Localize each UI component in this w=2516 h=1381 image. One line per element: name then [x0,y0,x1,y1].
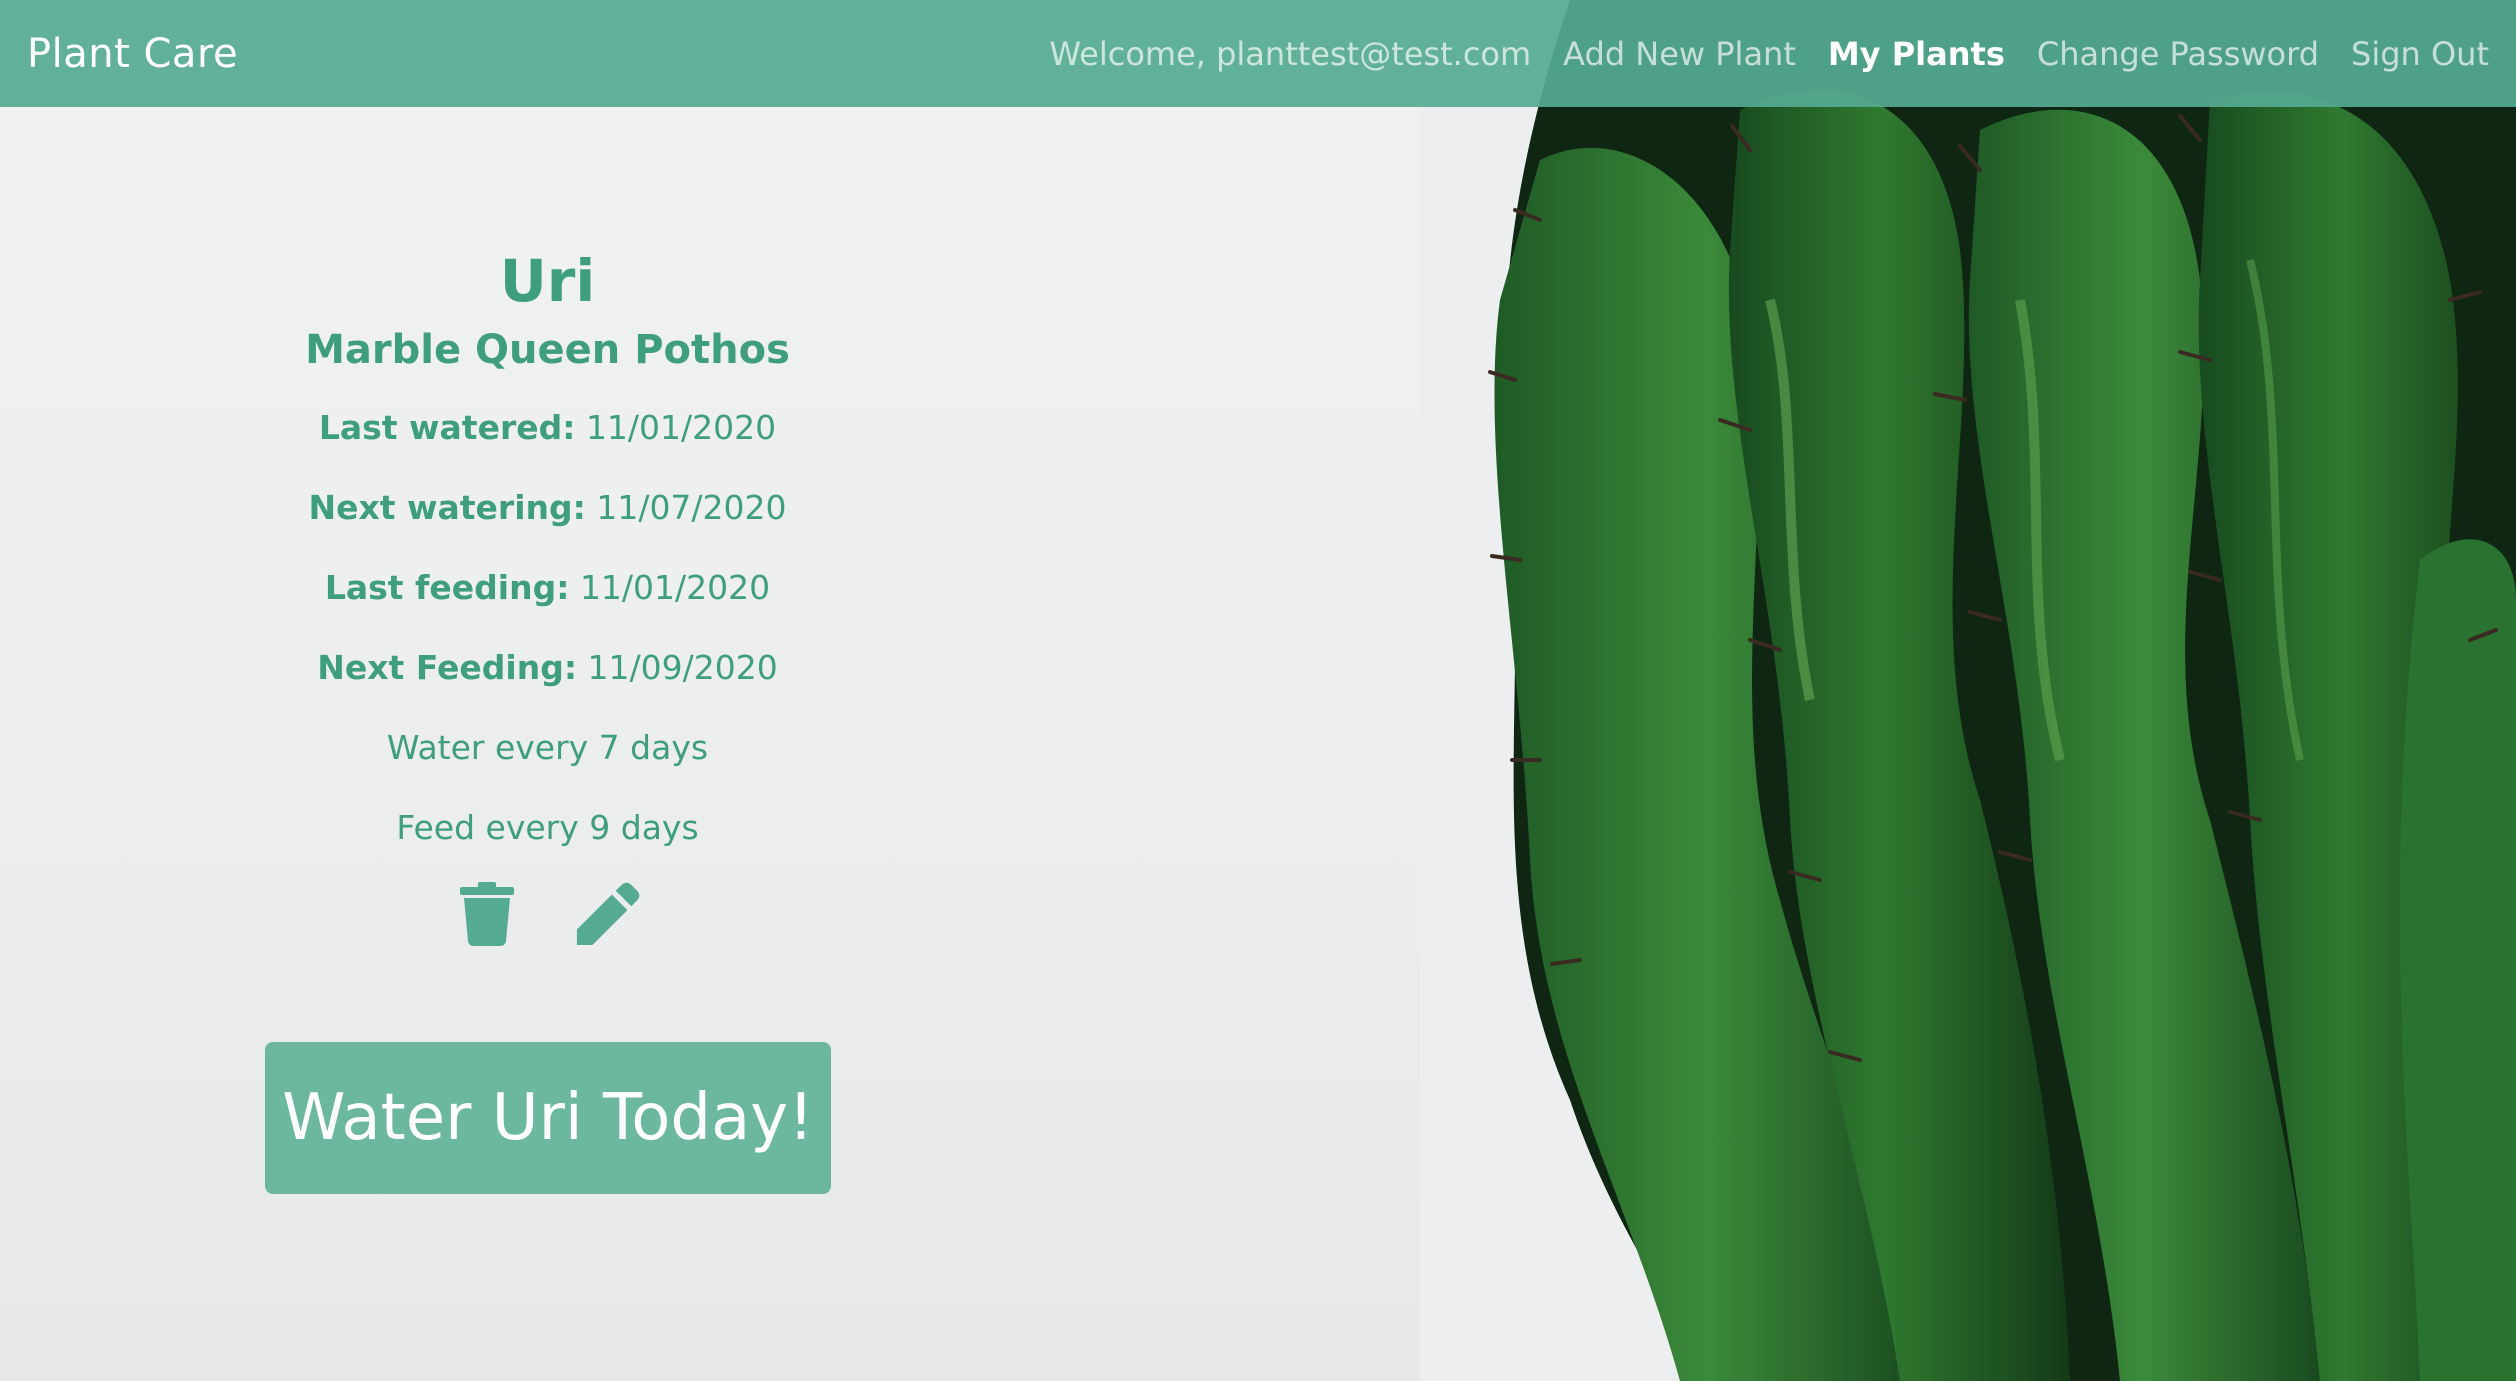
water-today-button[interactable]: Water Uri Today! [265,1042,831,1194]
next-watering-value: 11/07/2020 [596,488,787,527]
plant-card: Uri Marble Queen Pothos Last watered: 11… [220,240,875,951]
nav-link-sign-out[interactable]: Sign Out [2351,35,2489,73]
nav-links: Welcome, planttest@test.com Add New Plan… [1049,35,2489,73]
plant-species: Marble Queen Pothos [305,327,790,373]
last-watered-label: Last watered: [318,408,576,447]
last-watered-row: Last watered: 11/01/2020 [220,388,875,468]
nav-link-add-new-plant[interactable]: Add New Plant [1563,35,1796,73]
last-watered-value: 11/01/2020 [585,408,777,447]
last-feeding-value: 11/01/2020 [579,568,771,607]
feed-frequency: Feed every 9 days [396,808,699,847]
brand-logo[interactable]: Plant Care [27,31,238,77]
plant-actions [220,876,875,951]
last-feeding-label: Last feeding: [324,568,570,607]
next-feeding-value: 11/09/2020 [587,648,778,687]
cactus-background-image [1420,0,2516,1381]
trash-icon[interactable] [454,880,520,948]
water-frequency: Water every 7 days [386,728,709,767]
pencil-icon[interactable] [575,880,641,948]
next-watering-label: Next watering: [308,488,586,527]
next-feeding-row: Next Feeding: 11/09/2020 [220,628,875,708]
last-feeding-row: Last feeding: 11/01/2020 [220,548,875,628]
nav-link-change-password[interactable]: Change Password [2037,35,2319,73]
navbar: Plant Care Welcome, planttest@test.com A… [0,0,2516,107]
plant-name: Uri [499,247,596,315]
nav-link-my-plants[interactable]: My Plants [1828,35,2005,73]
welcome-text: Welcome, planttest@test.com [1049,34,1532,73]
next-watering-row: Next watering: 11/07/2020 [220,468,875,548]
next-feeding-label: Next Feeding: [317,648,578,687]
